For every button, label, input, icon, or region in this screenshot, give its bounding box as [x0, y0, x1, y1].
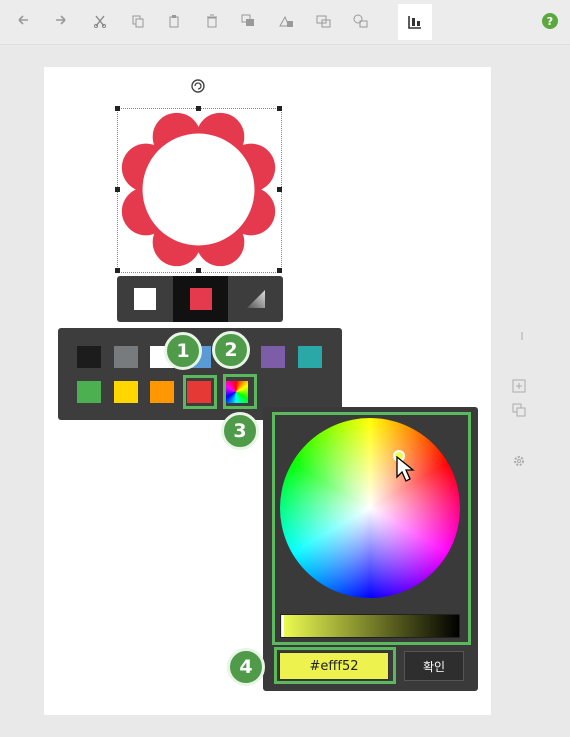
- step-badge-2: 2: [212, 331, 250, 369]
- rotate-icon[interactable]: [190, 78, 206, 94]
- highlight-red-swatch: [183, 375, 217, 409]
- white-fill-swatch: [133, 288, 156, 310]
- top-toolbar: ?: [0, 0, 570, 45]
- selection-box: [117, 108, 282, 273]
- step-badge-1: 1: [164, 332, 202, 370]
- add-page-icon[interactable]: [512, 378, 526, 393]
- palette-swatch-r1-0[interactable]: [77, 346, 101, 368]
- bring-to-front-icon[interactable]: [313, 10, 335, 32]
- fill-type-tabs: [117, 276, 283, 322]
- side-arrow-icon[interactable]: [515, 328, 529, 342]
- bring-forward-icon[interactable]: [238, 10, 260, 32]
- palette-swatch-r2-2[interactable]: [150, 381, 174, 403]
- highlight-color-picker: [272, 412, 471, 645]
- resize-handle-ne[interactable]: [277, 106, 282, 111]
- resize-handle-e[interactable]: [277, 187, 282, 192]
- tab-fill-white[interactable]: [117, 276, 172, 322]
- palette-swatch-r1-5[interactable]: [298, 346, 322, 368]
- step-badge-4: 4: [227, 648, 265, 686]
- gradient-icon: [246, 290, 265, 308]
- send-backward-icon[interactable]: [276, 10, 298, 32]
- tab-fill-gradient[interactable]: [228, 276, 283, 322]
- cut-icon[interactable]: [89, 10, 111, 32]
- paste-icon[interactable]: [164, 10, 186, 32]
- step-badge-3: 3: [221, 412, 259, 450]
- palette-swatch-r1-4[interactable]: [261, 346, 285, 368]
- copy-icon[interactable]: [127, 10, 149, 32]
- tab-fill-red[interactable]: [173, 276, 228, 322]
- undo-icon[interactable]: [12, 10, 34, 32]
- settings-gear-icon[interactable]: [512, 453, 526, 467]
- highlight-rainbow-swatch: [223, 374, 257, 409]
- resize-handle-w[interactable]: [115, 187, 120, 192]
- palette-swatch-r2-1[interactable]: [114, 381, 138, 403]
- resize-handle-nw[interactable]: [115, 106, 120, 111]
- duplicate-page-icon[interactable]: [512, 402, 526, 417]
- align-icon[interactable]: [398, 4, 432, 40]
- resize-handle-s[interactable]: [196, 268, 201, 273]
- palette-swatch-r1-1[interactable]: [114, 346, 138, 368]
- palette-swatch-r2-0[interactable]: [77, 381, 101, 403]
- help-icon[interactable]: ?: [542, 13, 558, 29]
- confirm-button[interactable]: 확인: [404, 651, 464, 681]
- red-fill-swatch: [189, 288, 212, 310]
- send-to-back-icon[interactable]: [350, 10, 372, 32]
- delete-icon[interactable]: [201, 10, 223, 32]
- highlight-hex-input: [274, 647, 396, 684]
- resize-handle-n[interactable]: [196, 106, 201, 111]
- resize-handle-sw[interactable]: [115, 268, 120, 273]
- redo-icon[interactable]: [50, 10, 72, 32]
- resize-handle-se[interactable]: [277, 268, 282, 273]
